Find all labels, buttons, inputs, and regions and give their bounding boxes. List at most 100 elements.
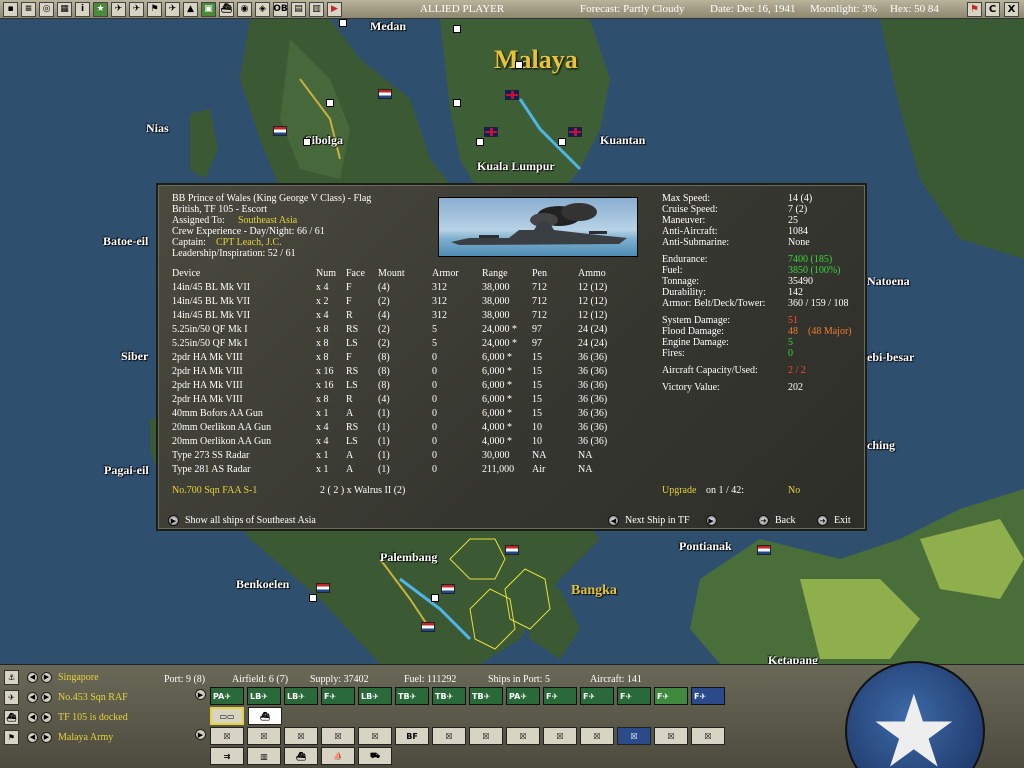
unit-subtype-button[interactable]: ⛟ — [358, 747, 392, 765]
unit-subtype-button[interactable]: ▥ — [247, 747, 281, 765]
air-type-button[interactable]: F ✈ — [580, 687, 614, 705]
base-marker-icon[interactable] — [558, 138, 566, 146]
army-line[interactable]: ⚑ ◀ ▶ Malaya Army — [0, 727, 113, 747]
air-type-button[interactable]: TB ✈ — [395, 687, 429, 705]
unit-subtype-button[interactable]: ⛵ — [321, 747, 355, 765]
unit-type-button[interactable]: ☒ — [469, 727, 503, 745]
unit-type-button[interactable]: ☒ — [580, 727, 614, 745]
air-type-button[interactable]: F ✈ — [654, 687, 688, 705]
toolbar-icon-14[interactable]: ◉ — [237, 1, 252, 17]
british-flag-icon[interactable] — [484, 127, 498, 137]
toolbar-icon-3[interactable]: ◎ — [39, 1, 54, 17]
toolbar-icon-5[interactable]: i — [75, 1, 90, 17]
base-marker-icon[interactable] — [476, 138, 484, 146]
device-row[interactable]: Type 281 AS Radar x 1 A (1) 0 211,000 Air NA — [172, 463, 638, 477]
end-turn-icon[interactable]: ▶ — [327, 1, 342, 17]
toolbar-icon-15[interactable]: ◈ — [255, 1, 270, 17]
unit-subtype-button[interactable]: ⛴ — [284, 747, 318, 765]
dutch-flag-icon[interactable] — [316, 583, 330, 593]
back-button[interactable]: ➜ Back — [758, 515, 796, 526]
air-unit-name[interactable]: No.453 Sqn RAF — [58, 692, 128, 703]
base-marker-icon[interactable] — [339, 19, 347, 27]
air-type-button[interactable]: F ✈ — [543, 687, 577, 705]
show-all-ships-button[interactable]: ▶ Show all ships of Southeast Asia — [168, 515, 316, 526]
c-button[interactable]: C — [985, 2, 1000, 17]
air-type-button[interactable]: LB ✈ — [247, 687, 281, 705]
device-row[interactable]: 14in/45 BL Mk VII x 2 F (2) 312 38,000 712 12 (… — [172, 295, 638, 309]
ship-in-port-icon[interactable]: ⛴ — [248, 707, 282, 725]
tf-line[interactable]: ⛴ ◀ ▶ TF 105 is docked — [0, 707, 128, 727]
ob-button[interactable]: OB — [273, 1, 288, 17]
british-flag-icon[interactable] — [505, 90, 519, 100]
unit-type-button[interactable]: ☒ — [691, 727, 725, 745]
prev-arrow-icon[interactable]: ◀ — [27, 731, 38, 743]
device-row[interactable]: 20mm Oerlikon AA Gun x 4 LS (1) 0 4,000 * 10 36… — [172, 435, 638, 449]
toolbar-icon-13[interactable]: ⛴ — [219, 1, 234, 17]
next-arrow-icon[interactable]: ▶ — [41, 671, 52, 683]
air-unit-link[interactable]: No.700 Sqn FAA S-1 — [172, 485, 257, 496]
anchor-icon[interactable]: ⚓ — [4, 669, 19, 685]
unit-type-button[interactable]: ☒ — [506, 727, 540, 745]
dutch-flag-icon[interactable] — [757, 545, 771, 555]
base-marker-icon[interactable] — [309, 594, 317, 602]
device-row[interactable]: 2pdr HA Mk VIII x 16 RS (8) 0 6,000 * 15 36 (36… — [172, 365, 638, 379]
device-row[interactable]: 40mm Bofors AA Gun x 1 A (1) 0 6,000 * 15 36 (3… — [172, 407, 638, 421]
toolbar-icon-6[interactable]: ★ — [93, 1, 108, 17]
air-type-button[interactable]: LB ✈ — [284, 687, 318, 705]
dutch-flag-icon[interactable] — [378, 89, 392, 99]
next-arrow-icon[interactable]: ▶ — [41, 691, 52, 703]
next-arrow-icon[interactable]: ▶ — [41, 711, 52, 723]
flag-icon[interactable]: ⚑ — [4, 729, 19, 745]
air-type-button[interactable]: PA ✈ — [210, 687, 244, 705]
toolbar-icon-12[interactable]: ▣ — [201, 1, 216, 17]
device-row[interactable]: 5.25in/50 QF Mk I x 8 LS (2) 5 24,000 * 97 24 (… — [172, 337, 638, 351]
toolbar-icon-7[interactable]: ✈ — [111, 1, 126, 17]
device-row[interactable]: 2pdr HA Mk VIII x 8 R (4) 0 6,000 * 15 36 (36) — [172, 393, 638, 407]
base-line[interactable]: ⚓ ◀ ▶ Singapore — [0, 667, 99, 687]
ship-in-port-icon[interactable]: ▭▭ — [210, 707, 244, 725]
toolbar-icon-9[interactable]: ⚑ — [147, 1, 162, 17]
unit-subtype-button[interactable]: ⇉ — [210, 747, 244, 765]
toolbar-icon-2[interactable]: ≡ — [21, 1, 36, 17]
toolbar-icon-10[interactable]: ✈ — [165, 1, 180, 17]
device-row[interactable]: 14in/45 BL Mk VII x 4 R (4) 312 38,000 712 12 (… — [172, 309, 638, 323]
device-row[interactable]: 2pdr HA Mk VIII x 8 F (8) 0 6,000 * 15 36 (36) — [172, 351, 638, 365]
unit-type-button[interactable]: BF — [395, 727, 429, 745]
dutch-flag-icon[interactable] — [273, 126, 287, 136]
dutch-flag-icon[interactable] — [421, 622, 435, 632]
army-name[interactable]: Malaya Army — [58, 732, 113, 743]
unit-type-button[interactable]: ☒ — [210, 727, 244, 745]
upgrade-value[interactable]: No — [788, 485, 800, 496]
expand-arrow-icon[interactable]: ▶ — [195, 729, 206, 740]
toolbar-icon-1[interactable]: ▪ — [3, 1, 18, 17]
unit-type-button[interactable]: ☒ — [321, 727, 355, 745]
device-row[interactable]: 5.25in/50 QF Mk I x 8 RS (2) 5 24,000 * 97 24 (… — [172, 323, 638, 337]
air-type-button[interactable]: TB ✈ — [469, 687, 503, 705]
air-type-button[interactable]: F ✈ — [691, 687, 725, 705]
prev-arrow-icon[interactable]: ◀ — [27, 671, 38, 683]
air-type-button[interactable]: LB ✈ — [358, 687, 392, 705]
device-row[interactable]: Type 273 SS Radar x 1 A (1) 0 30,000 NA NA — [172, 449, 638, 463]
assigned-value[interactable]: Southeast Asia — [238, 215, 297, 226]
device-row[interactable]: 20mm Oerlikon AA Gun x 4 RS (1) 0 4,000 * 10 36… — [172, 421, 638, 435]
prev-arrow-icon[interactable]: ◀ — [27, 711, 38, 723]
base-marker-icon[interactable] — [453, 99, 461, 107]
base-name[interactable]: Singapore — [58, 672, 99, 683]
toolbar-icon-4[interactable]: ▦ — [57, 1, 72, 17]
unit-type-button[interactable]: ☒ — [358, 727, 392, 745]
air-line[interactable]: ✈ ◀ ▶ No.453 Sqn RAF — [0, 687, 128, 707]
unit-type-button[interactable]: ☒ — [543, 727, 577, 745]
base-marker-icon[interactable] — [515, 61, 523, 69]
toolbar-icon-8[interactable]: ✈ — [129, 1, 144, 17]
exit-button[interactable]: ➜ Exit — [817, 515, 851, 526]
unit-type-button[interactable]: ☒ — [284, 727, 318, 745]
prev-arrow-icon[interactable]: ◀ — [608, 515, 619, 526]
captain-value[interactable]: CPT Leach, J.C. — [216, 237, 282, 248]
next-arrow-icon[interactable]: ▶ — [705, 515, 717, 526]
dutch-flag-icon[interactable] — [441, 584, 455, 594]
unit-type-button[interactable]: ☒ — [654, 727, 688, 745]
prev-arrow-icon[interactable]: ◀ — [27, 691, 38, 703]
unit-type-button[interactable]: ☒ — [617, 727, 651, 745]
plane-icon[interactable]: ✈ — [4, 689, 19, 705]
toolbar-icon-18[interactable]: ▥ — [309, 1, 324, 17]
